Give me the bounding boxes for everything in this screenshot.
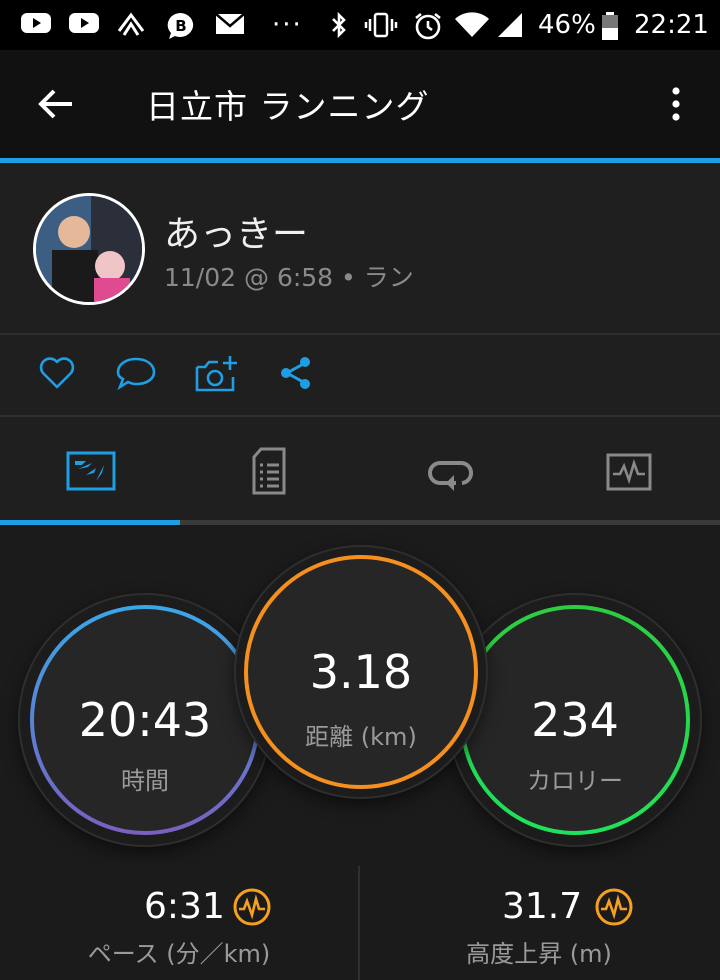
pulse-icon bbox=[595, 888, 633, 926]
add-photo-icon[interactable] bbox=[194, 353, 240, 395]
distance-stat: 3.18 距離 (km) bbox=[236, 547, 486, 797]
svg-text:B: B bbox=[175, 17, 186, 35]
signal-icon bbox=[498, 13, 522, 37]
b-messenger-icon: B bbox=[167, 12, 194, 39]
clock: 22:21 bbox=[634, 10, 709, 40]
page-title: 日立市 ランニング bbox=[146, 87, 430, 126]
distance-value: 3.18 bbox=[309, 645, 413, 699]
battery-percent: 46% bbox=[538, 10, 596, 40]
elevation-label: 高度上昇 (m) bbox=[466, 940, 612, 968]
activity-meta: 11/02 @ 6:58 • ラン bbox=[164, 263, 414, 292]
elevation-value: 31.7 bbox=[502, 886, 583, 927]
social-actions bbox=[0, 335, 720, 415]
calories-value: 234 bbox=[531, 693, 619, 747]
pace-label: ペース (分／km) bbox=[87, 940, 271, 968]
app-bar: 日立市 ランニング bbox=[0, 50, 720, 158]
avatar[interactable] bbox=[33, 193, 145, 305]
pace-stat: 6:31 ペース (分／km) bbox=[0, 866, 358, 980]
overview-icon[interactable] bbox=[66, 451, 116, 491]
arrow-back-icon[interactable] bbox=[36, 86, 76, 122]
more-vert-icon[interactable] bbox=[666, 86, 686, 122]
user-name: あっきー bbox=[164, 214, 309, 255]
vibrate-icon bbox=[364, 12, 398, 38]
activity-owner: あっきー 11/02 @ 6:58 • ラン bbox=[0, 163, 720, 333]
heart-icon[interactable] bbox=[38, 355, 76, 391]
time-stat: 20:43 時間 bbox=[20, 595, 270, 845]
time-value: 20:43 bbox=[78, 693, 212, 747]
wifi-icon bbox=[455, 12, 489, 37]
stats-area: 20:43 時間 234 カロリー 3.18 距離 (km) bbox=[0, 525, 720, 866]
share-icon[interactable] bbox=[278, 355, 314, 391]
summary-stats: 6:31 ペース (分／km) 31.7 高度上昇 (m) bbox=[0, 866, 720, 980]
details-icon[interactable] bbox=[251, 447, 287, 495]
battery-icon bbox=[602, 12, 618, 40]
youtube-icon bbox=[21, 13, 51, 33]
calories-stat: 234 カロリー bbox=[450, 595, 700, 845]
comment-icon[interactable] bbox=[116, 355, 156, 391]
more-notifications-icon: ··· bbox=[272, 10, 303, 40]
time-label: 時間 bbox=[121, 767, 169, 795]
activity-tabs bbox=[0, 417, 720, 525]
pulse-icon bbox=[233, 888, 271, 926]
alarm-icon bbox=[415, 12, 441, 40]
youtube-icon bbox=[69, 13, 99, 33]
status-bar: B ··· 46% 22:21 bbox=[0, 0, 720, 50]
laps-icon[interactable] bbox=[426, 455, 474, 491]
distance-label: 距離 (km) bbox=[305, 723, 417, 751]
yahoo-mail-icon bbox=[215, 13, 245, 34]
charts-icon[interactable] bbox=[606, 453, 652, 491]
elevation-stat: 31.7 高度上昇 (m) bbox=[360, 866, 718, 980]
bluetooth-icon bbox=[332, 11, 346, 39]
tosho-icon bbox=[117, 12, 145, 36]
pace-value: 6:31 bbox=[144, 886, 225, 927]
calories-label: カロリー bbox=[527, 767, 623, 795]
